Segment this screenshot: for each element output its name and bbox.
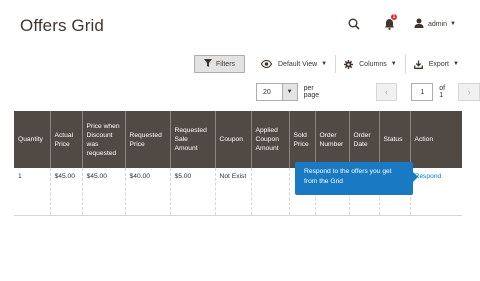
cell-applied-coupon-amount: [250, 168, 289, 216]
search-icon[interactable]: [346, 16, 362, 32]
chevron-down-icon: ▼: [450, 21, 456, 27]
cell-actual-price: $45.00: [49, 168, 82, 216]
respond-tooltip: Respond to the offers you get from the G…: [295, 162, 418, 195]
cell-quantity: 1: [14, 168, 50, 216]
user-avatar-icon: [414, 18, 424, 30]
column-header-order-date[interactable]: Order Date: [348, 111, 379, 168]
export-download-icon: [413, 60, 423, 69]
export-label: Export: [428, 60, 449, 68]
export-dropdown[interactable]: Export ▼: [406, 55, 467, 73]
previous-page-button[interactable]: ‹: [375, 83, 398, 101]
column-header-actual-price[interactable]: Actual Price: [49, 111, 82, 168]
column-header-order-number[interactable]: Order Number: [314, 111, 349, 168]
current-page-input[interactable]: 1: [411, 83, 434, 101]
funnel-icon: [203, 59, 212, 69]
tooltip-arrow: [413, 172, 418, 182]
column-header-coupon[interactable]: Coupon: [214, 111, 251, 168]
chevron-down-icon: ▼: [452, 61, 459, 67]
default-view-dropdown[interactable]: Default View ▼: [253, 55, 337, 73]
chevron-down-icon[interactable]: ▼: [281, 84, 297, 100]
chevron-down-icon: ▼: [321, 61, 328, 67]
total-pages-label: of 1: [439, 85, 446, 99]
eye-icon: [261, 60, 272, 68]
column-header-requested-price[interactable]: Requested Price: [124, 111, 170, 168]
column-header-requested-sale-amount[interactable]: Requested Sale Amount: [169, 111, 215, 168]
admin-user-menu[interactable]: admin ▼: [414, 18, 456, 30]
grid-toolbar: Filters Default View ▼ Columns ▼ Export …: [194, 55, 467, 73]
gear-icon: [344, 59, 354, 69]
chevron-down-icon: ▼: [390, 61, 397, 67]
column-header-status[interactable]: Status: [378, 111, 410, 168]
cell-coupon: Not Exist: [214, 168, 251, 216]
filters-button[interactable]: Filters: [194, 55, 245, 73]
per-page-value: 20: [263, 88, 271, 96]
cell-price-when-discount: $45.00: [81, 168, 125, 216]
column-header-action: Action: [409, 111, 462, 168]
notifications-bell-icon[interactable]: 1: [382, 13, 398, 32]
header-actions: 1 admin ▼: [346, 13, 456, 32]
column-header-price-when-discount[interactable]: Price when Discount was requested: [81, 111, 125, 168]
column-header-quantity[interactable]: Quantity: [14, 111, 50, 168]
next-page-button[interactable]: ›: [458, 83, 480, 101]
per-page-select[interactable]: 20 ▼: [256, 83, 298, 101]
cell-requested-price: $40.00: [124, 168, 170, 216]
page-title: Offers Grid: [20, 16, 104, 35]
notification-count-badge: 1: [389, 13, 398, 21]
column-header-sold-price[interactable]: Sold Price: [288, 111, 315, 168]
column-header-applied-coupon-amount[interactable]: Applied Coupon Amount: [250, 111, 289, 168]
respond-link[interactable]: Respond: [415, 173, 442, 180]
grid-header-row: Quantity Actual Price Price when Discoun…: [14, 111, 462, 168]
pagination: 20 ▼ per page ‹ 1 of 1 ›: [256, 83, 480, 101]
columns-dropdown[interactable]: Columns ▼: [336, 55, 406, 73]
cell-requested-sale-amount: $5.00: [169, 168, 215, 216]
tooltip-text: Respond to the offers you get from the G…: [304, 168, 392, 185]
columns-label: Columns: [359, 60, 387, 68]
filters-label: Filters: [215, 60, 236, 68]
per-page-label: per page: [303, 85, 320, 99]
default-view-label: Default View: [278, 60, 318, 68]
user-name: admin: [427, 20, 448, 28]
